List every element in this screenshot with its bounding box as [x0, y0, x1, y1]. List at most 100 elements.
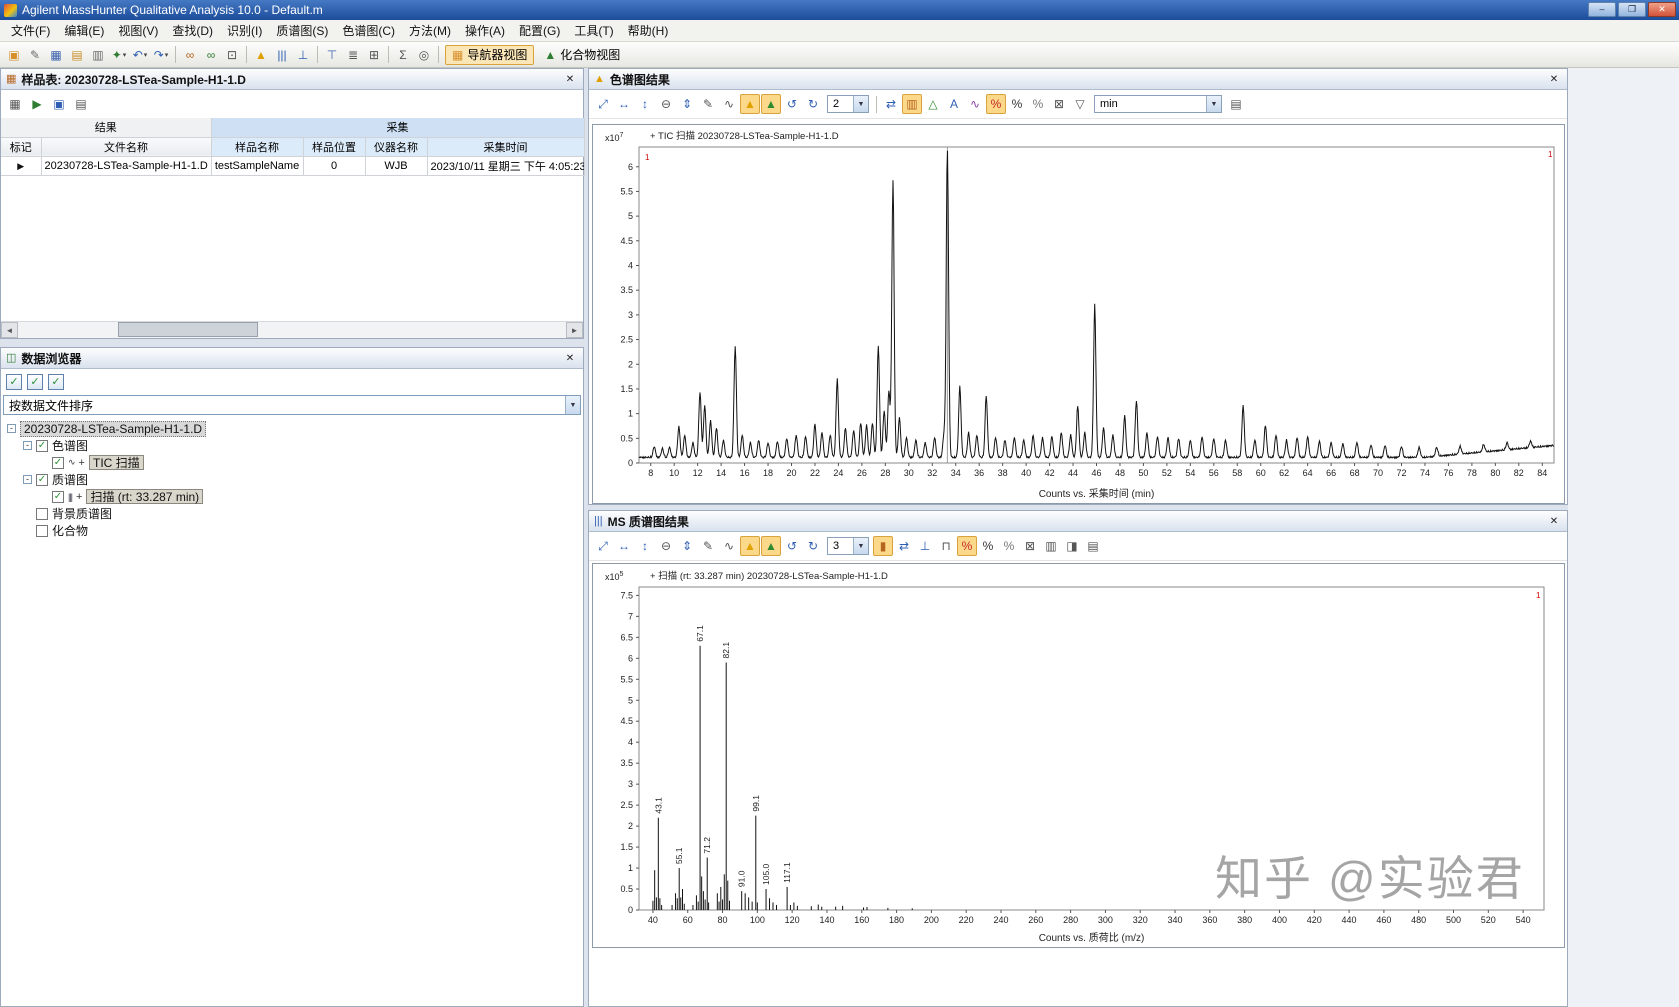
scrollbar-track[interactable]: [18, 322, 566, 338]
horizontal-scrollbar[interactable]: ◄ ►: [1, 321, 583, 338]
select-range-icon[interactable]: ∿: [719, 536, 739, 556]
percent-max-icon[interactable]: %: [999, 536, 1019, 556]
table-row[interactable]: ▶20230728-LSTea-Sample-H1-1.DtestSampleN…: [1, 156, 584, 175]
columns-icon[interactable]: ▤: [71, 94, 91, 114]
open-data-file-icon[interactable]: ▣: [4, 45, 24, 65]
menu-item-2[interactable]: 编辑(E): [57, 20, 111, 41]
print-icon[interactable]: ▤: [1083, 536, 1103, 556]
x-axis-unit-select[interactable]: min▼: [1094, 95, 1222, 113]
tree-item-background-spectra[interactable]: 背景质谱图: [5, 505, 583, 522]
tree-expander-icon[interactable]: -: [7, 424, 16, 433]
link-spectrum-icon[interactable]: ∞: [201, 45, 221, 65]
exclude-icon[interactable]: ⊠: [1020, 536, 1040, 556]
tree-item-compounds-checkbox[interactable]: [36, 525, 48, 537]
zoom-out-icon[interactable]: ⊖: [656, 94, 676, 114]
menu-item-10[interactable]: 配置(G): [512, 20, 567, 41]
open-method-icon[interactable]: ▤: [67, 45, 87, 65]
add-sample-icon[interactable]: ▣: [49, 94, 69, 114]
menu-item-12[interactable]: 帮助(H): [621, 20, 676, 41]
layout-icon[interactable]: ▥: [88, 45, 108, 65]
filter-compounds-checkbox[interactable]: ✓: [48, 374, 64, 390]
v-zoom-icon[interactable]: ↕: [635, 536, 655, 556]
group-header-acquisition[interactable]: 采集: [211, 118, 584, 137]
show-peaks-icon[interactable]: ▲: [761, 94, 781, 114]
copy-window-icon[interactable]: ⊡: [222, 45, 242, 65]
tree-item-spectra[interactable]: -✓质谱图: [5, 471, 583, 488]
image-export-icon[interactable]: ◨: [1062, 536, 1082, 556]
percent-icon[interactable]: %: [978, 536, 998, 556]
smooth-icon[interactable]: ∿: [965, 94, 985, 114]
filter-chromatograms-checkbox[interactable]: ✓: [6, 374, 22, 390]
spectrum-bars-icon[interactable]: |||: [272, 45, 292, 65]
pan-icon[interactable]: ⇄: [894, 536, 914, 556]
autoscale-icon[interactable]: ⇕: [677, 94, 697, 114]
zoom-history-select[interactable]: 3▼: [827, 537, 869, 555]
menu-item-8[interactable]: 方法(M): [402, 20, 458, 41]
group-header-results[interactable]: 结果: [1, 118, 211, 137]
expand-icon[interactable]: ⤢: [593, 94, 613, 114]
tree-item-chromatograms[interactable]: -✓色谱图: [5, 437, 583, 454]
table-settings-icon[interactable]: ▦: [5, 94, 25, 114]
close-button[interactable]: ✕: [1648, 2, 1676, 17]
close-icon[interactable]: ✕: [1546, 72, 1562, 87]
integrate-icon[interactable]: ▲: [251, 45, 271, 65]
fill-peaks-icon[interactable]: ▲: [740, 536, 760, 556]
stick-display-icon[interactable]: ▮: [873, 536, 893, 556]
chromatogram-peaks-icon[interactable]: ⊥: [293, 45, 313, 65]
compound-view-button[interactable]: ▲化合物视图: [537, 45, 627, 65]
menu-item-3[interactable]: 视图(V): [111, 20, 165, 41]
column-header-3[interactable]: 样品名称: [211, 137, 303, 156]
scroll-left-icon[interactable]: ◄: [1, 322, 18, 338]
stack-mode-icon[interactable]: ▥: [902, 94, 922, 114]
column-header-4[interactable]: 样品位置: [303, 137, 365, 156]
menu-item-7[interactable]: 色谱图(C): [335, 20, 402, 41]
minimize-button[interactable]: –: [1588, 2, 1616, 17]
zoom-history-select[interactable]: 2▼: [827, 95, 869, 113]
annotate-icon[interactable]: ✎: [698, 94, 718, 114]
v-zoom-icon[interactable]: ↕: [635, 94, 655, 114]
tree-item-tic-scan[interactable]: ✓∿+TIC 扫描: [5, 454, 583, 471]
rings-icon[interactable]: ◎: [414, 45, 434, 65]
print-icon[interactable]: ▤: [1226, 94, 1246, 114]
tree-item-scan-rt-checkbox[interactable]: ✓: [52, 491, 64, 503]
show-peaks-icon[interactable]: ▲: [761, 536, 781, 556]
tree-item-root[interactable]: -20230728-LSTea-Sample-H1-1.D: [5, 420, 583, 437]
tree-expander-icon[interactable]: -: [23, 475, 32, 484]
redo-zoom-icon[interactable]: ↻: [803, 536, 823, 556]
label-peaks-icon[interactable]: A: [944, 94, 964, 114]
tree-item-tic-scan-checkbox[interactable]: ✓: [52, 457, 64, 469]
menu-item-5[interactable]: 识别(I): [220, 20, 269, 41]
undo-zoom-icon[interactable]: ↺: [782, 94, 802, 114]
fill-peaks-icon[interactable]: ▲: [740, 94, 760, 114]
zoom-out-icon[interactable]: ⊖: [656, 536, 676, 556]
scroll-right-icon[interactable]: ►: [566, 322, 583, 338]
tree-item-compounds[interactable]: 化合物: [5, 522, 583, 539]
tree-item-background-spectra-checkbox[interactable]: [36, 508, 48, 520]
percent-base-icon[interactable]: %: [957, 536, 977, 556]
menu-item-6[interactable]: 质谱图(S): [269, 20, 335, 41]
column-header-6[interactable]: 采集时间: [427, 137, 584, 156]
percent-base-icon[interactable]: %: [986, 94, 1006, 114]
filter-icon[interactable]: ▽: [1070, 94, 1090, 114]
menu-item-1[interactable]: 文件(F): [4, 20, 57, 41]
chromatogram-plot[interactable]: 8101214161820222426283032343638404244464…: [592, 124, 1565, 504]
run-method-icon[interactable]: ✦▾: [109, 45, 129, 65]
profile-mode-icon[interactable]: ⊓: [936, 536, 956, 556]
pan-icon[interactable]: ⇄: [881, 94, 901, 114]
close-icon[interactable]: ✕: [1546, 514, 1562, 529]
filter-spectra-checkbox[interactable]: ✓: [27, 374, 43, 390]
navigator-view-button[interactable]: ▦导航器视图: [445, 45, 534, 65]
overlay-mode-icon[interactable]: △: [923, 94, 943, 114]
tree-item-spectra-checkbox[interactable]: ✓: [36, 474, 48, 486]
undo-icon[interactable]: ↶▾: [130, 45, 150, 65]
column-header-1[interactable]: 标记: [1, 137, 41, 156]
subtract-background-icon[interactable]: ≣: [343, 45, 363, 65]
menu-item-11[interactable]: 工具(T): [567, 20, 620, 41]
tree-item-scan-rt[interactable]: ✓|||+扫描 (rt: 33.287 min): [5, 488, 583, 505]
percent-max-icon[interactable]: %: [1028, 94, 1048, 114]
close-icon[interactable]: ✕: [562, 351, 578, 366]
sort-order-select[interactable]: 按数据文件排序 ▼: [3, 395, 581, 415]
annotate-icon[interactable]: ✎: [698, 536, 718, 556]
tree-item-chromatograms-checkbox[interactable]: ✓: [36, 440, 48, 452]
save-icon[interactable]: ▦: [46, 45, 66, 65]
